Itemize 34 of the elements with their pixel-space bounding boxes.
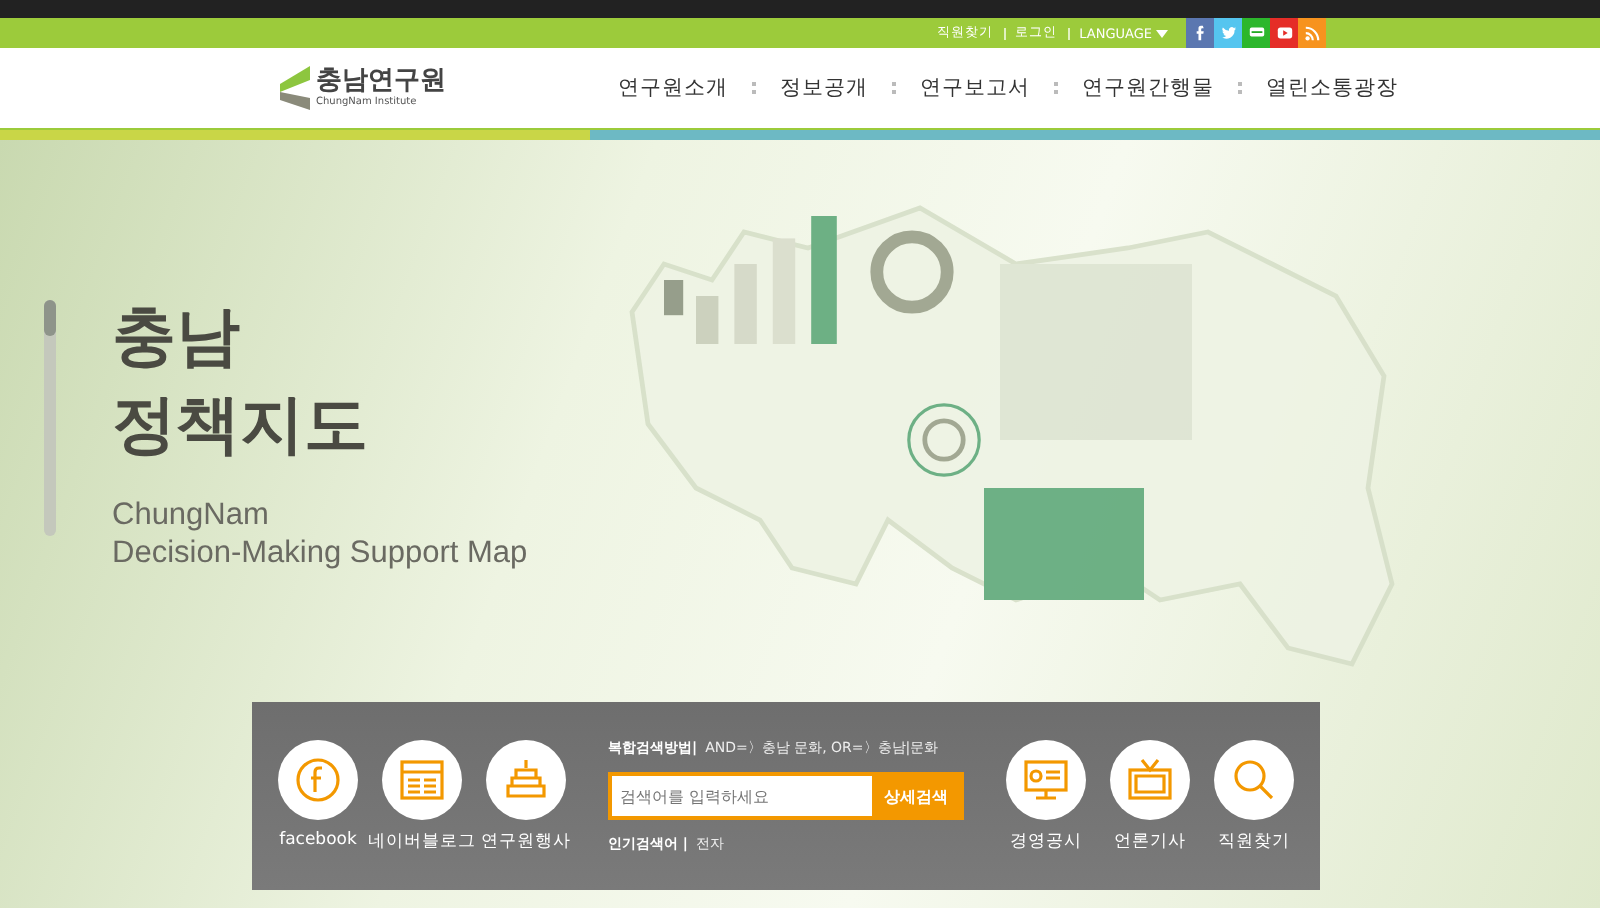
nav-menu-item[interactable]: 연구보고서 <box>920 74 1030 102</box>
hero-subtitle: ChungNam <box>112 496 271 534</box>
tv-icon <box>1110 739 1190 819</box>
hero-subtitle: Decision-Making Support Map <box>112 534 528 572</box>
quick-link[interactable]: facebook <box>272 739 364 853</box>
facebook-icon <box>278 739 358 819</box>
rss-icon <box>1303 24 1321 42</box>
social-button[interactable] <box>1242 18 1270 48</box>
logo-name: 충남연구원 <box>316 68 446 96</box>
caret-icon <box>1156 29 1168 37</box>
twitter-icon <box>1219 24 1237 42</box>
quick-link[interactable]: 연구원행사 <box>480 739 572 853</box>
facebook-icon <box>1191 24 1209 42</box>
nav-menu-item[interactable]: 연구원소개 <box>618 74 728 102</box>
nav-menu-item[interactable]: 열린소통광장 <box>1266 74 1398 102</box>
video-icon <box>1275 24 1293 42</box>
social-button[interactable] <box>1270 18 1298 48</box>
quick-link[interactable]: 언론기사 <box>1104 739 1196 853</box>
nav-menu-item[interactable]: 연구원간행물 <box>1082 74 1214 102</box>
monitor-icon <box>1006 739 1086 819</box>
cake-icon <box>486 739 566 819</box>
social-button[interactable] <box>1214 18 1242 48</box>
social-button[interactable] <box>1298 18 1326 48</box>
search-icon <box>1214 739 1294 819</box>
social-button[interactable] <box>1186 18 1214 48</box>
slide-slider[interactable] <box>44 300 56 536</box>
talk-icon <box>1247 24 1265 42</box>
hero-title: 충남 <box>112 296 242 378</box>
nav-menu-item[interactable]: 정보공개 <box>780 74 868 102</box>
logo-mark-icon <box>280 66 310 110</box>
quick-link[interactable]: 직원찾기 <box>1208 739 1300 853</box>
blog-icon <box>382 739 462 819</box>
quick-link[interactable]: 경영공시 <box>1000 739 1092 853</box>
hero-title: 정책지도 <box>112 384 370 466</box>
